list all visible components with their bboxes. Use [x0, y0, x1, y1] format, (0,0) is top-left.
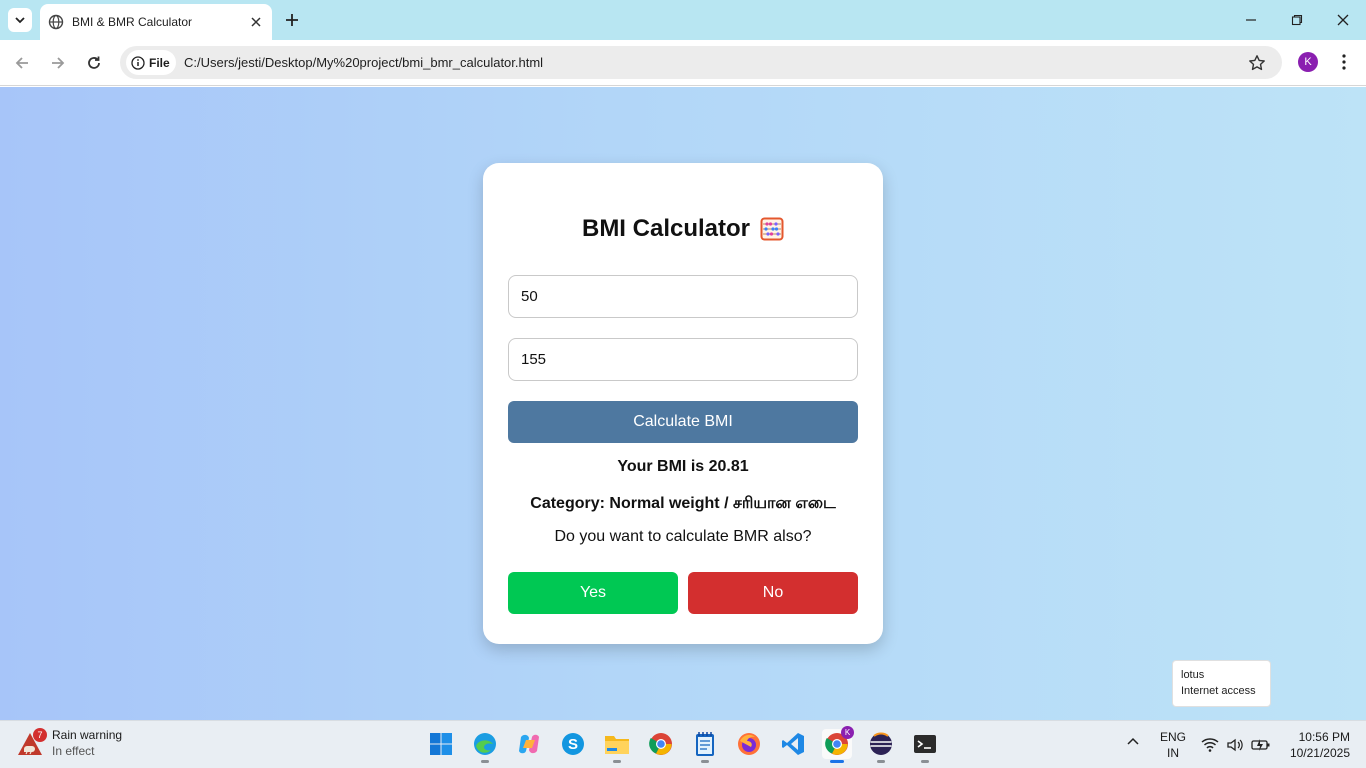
chevron-up-icon: [1127, 737, 1139, 745]
taskbar-file-explorer[interactable]: [602, 729, 632, 763]
reload-icon: [88, 56, 100, 69]
taskbar-skype[interactable]: S: [558, 729, 588, 759]
back-button[interactable]: [10, 51, 34, 75]
weather-widget[interactable]: 7 Rain warning In effect: [16, 727, 122, 759]
terminal-icon: [914, 735, 936, 753]
minimize-icon: [1246, 19, 1256, 21]
vscode-icon: [782, 733, 804, 755]
chrome-profile-badge: K: [841, 726, 854, 739]
weight-input[interactable]: [508, 275, 858, 318]
taskbar-chrome-profile[interactable]: K: [822, 726, 854, 763]
bmi-calculator-card: BMI Calculator Calculate BMI Your BMI is…: [483, 163, 883, 644]
system-tray[interactable]: [1198, 731, 1274, 759]
taskbar-chrome[interactable]: [646, 729, 676, 759]
clock-time: 10:56 PM: [1298, 730, 1350, 744]
taskbar-terminal[interactable]: [910, 729, 940, 763]
wifi-icon: [1201, 738, 1219, 752]
weather-title: Rain warning: [52, 728, 123, 742]
profile-avatar[interactable]: K: [1298, 52, 1318, 72]
reload-button[interactable]: [82, 51, 106, 75]
firefox-icon: [738, 733, 760, 755]
network-tooltip: lotus Internet access: [1172, 660, 1271, 707]
edge-icon: [474, 733, 496, 755]
chevron-down-icon: [15, 17, 25, 24]
info-icon: [131, 55, 145, 70]
taskbar-firefox[interactable]: [734, 729, 764, 759]
chip-label: File: [149, 55, 170, 70]
system-clock[interactable]: 10:56 PM 10/21/2025: [1282, 729, 1350, 761]
taskbar-edge[interactable]: [470, 729, 500, 763]
tab-search-button[interactable]: [8, 8, 32, 32]
clock-date: 10/21/2025: [1289, 746, 1350, 760]
globe-icon: [48, 14, 64, 30]
restore-button[interactable]: [1274, 0, 1320, 40]
windows-taskbar: 7 Rain warning In effect S K ENG IN 10:5…: [0, 720, 1366, 768]
calculate-bmi-button[interactable]: Calculate BMI: [508, 401, 858, 443]
taskbar-vscode[interactable]: [778, 729, 808, 759]
weather-subtitle: In effect: [52, 744, 95, 758]
bookmark-star-icon[interactable]: [1248, 54, 1266, 72]
browser-menu-button[interactable]: [1334, 52, 1354, 72]
lang-region: IN: [1167, 746, 1179, 760]
address-bar[interactable]: File C:/Users/jesti/Desktop/My%20project…: [120, 46, 1282, 79]
weather-icon: 7: [16, 728, 47, 757]
windows-logo-icon: [430, 733, 452, 755]
svg-text:S: S: [568, 736, 578, 753]
minimize-button[interactable]: [1228, 0, 1274, 40]
browser-tab[interactable]: BMI & BMR Calculator: [40, 4, 272, 40]
eclipse-icon: [870, 732, 892, 755]
copilot-icon: [519, 734, 539, 754]
arrow-left-icon: [15, 57, 28, 69]
network-name: lotus: [1181, 669, 1205, 681]
height-input[interactable]: [508, 338, 858, 381]
lang-code: ENG: [1159, 730, 1186, 744]
new-tab-button[interactable]: [282, 10, 302, 30]
taskbar-eclipse[interactable]: [866, 729, 896, 763]
notepad-icon: [696, 732, 714, 756]
close-icon: [1337, 14, 1349, 26]
url-text[interactable]: C:/Users/jesti/Desktop/My%20project/bmi_…: [184, 55, 543, 70]
chrome-icon: [649, 733, 672, 755]
abacus-icon: [760, 217, 784, 241]
taskbar-notepad[interactable]: [690, 729, 720, 763]
tab-title: BMI & BMR Calculator: [72, 15, 193, 29]
plus-icon: [286, 14, 298, 26]
browser-title-bar: BMI & BMR Calculator: [0, 0, 1366, 40]
folder-icon: [605, 736, 629, 754]
no-button[interactable]: No: [688, 572, 858, 614]
start-button[interactable]: [426, 729, 456, 759]
skype-icon: S: [562, 733, 584, 755]
yes-button[interactable]: Yes: [508, 572, 678, 614]
card-title: BMI Calculator: [483, 215, 883, 243]
forward-button[interactable]: [46, 51, 70, 75]
browser-toolbar: File C:/Users/jesti/Desktop/My%20project…: [0, 40, 1366, 86]
weather-alert-badge: 7: [33, 728, 47, 742]
volume-icon: [1227, 738, 1243, 752]
network-status: Internet access: [1181, 685, 1256, 697]
page-background: BMI Calculator Calculate BMI Your BMI is…: [0, 87, 1366, 720]
bmi-category: Category: Normal weight / சரியான எடை: [530, 495, 836, 512]
close-window-button[interactable]: [1320, 0, 1366, 40]
arrow-right-icon: [52, 57, 65, 69]
bmr-question: Do you want to calculate BMR also?: [554, 528, 812, 545]
bmi-result: Your BMI is 20.81: [617, 458, 749, 475]
more-vertical-icon: [1342, 54, 1346, 70]
taskbar-copilot[interactable]: [514, 729, 544, 759]
input-language[interactable]: ENG IN: [1158, 729, 1188, 761]
tab-close-icon[interactable]: [248, 14, 264, 30]
card-title-text: BMI Calculator: [581, 215, 751, 242]
restore-icon: [1291, 14, 1303, 26]
battery-icon: [1250, 739, 1270, 751]
tray-overflow-button[interactable]: [1126, 735, 1140, 749]
